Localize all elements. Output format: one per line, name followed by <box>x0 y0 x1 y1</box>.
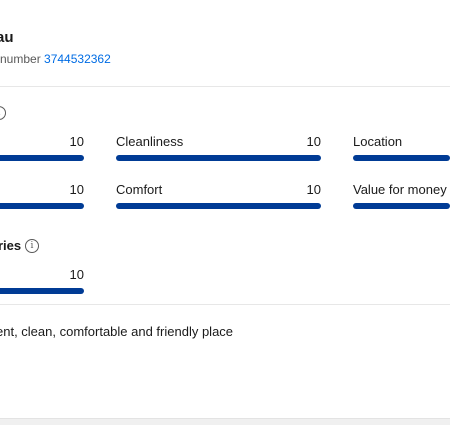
category-score: 10 <box>306 182 321 197</box>
category-score: 10 <box>306 134 321 149</box>
category-label: Value for money <box>353 182 447 197</box>
rating-bar <box>353 203 450 209</box>
info-icon[interactable]: i <box>25 239 39 253</box>
rating-bar <box>0 288 84 294</box>
category-label: Cleanliness <box>116 134 184 149</box>
subsection-title: ries <box>0 238 22 253</box>
rating-bar <box>0 155 84 161</box>
category-score: 10 <box>69 182 84 197</box>
reference-number-link[interactable]: 3744532362 <box>44 52 111 66</box>
divider <box>0 304 450 305</box>
review-text: ent, clean, comfortable and friendly pla… <box>0 324 234 339</box>
category-score: 10 <box>69 267 84 282</box>
category-label: Location <box>353 134 403 149</box>
rating-bar <box>353 155 450 161</box>
review-card: { "property": { "name_fragment": "au", "… <box>0 0 450 425</box>
divider <box>0 86 450 87</box>
category-label: Comfort <box>116 182 163 197</box>
info-icon[interactable]: i <box>0 106 6 120</box>
category-score: 10 <box>69 134 84 149</box>
rating-bar <box>116 203 321 209</box>
property-name: au <box>0 29 14 46</box>
reference-line: number 3744532362 <box>0 52 111 66</box>
reference-label: number <box>0 52 41 66</box>
rating-bar <box>116 155 321 161</box>
rating-bar <box>0 203 84 209</box>
